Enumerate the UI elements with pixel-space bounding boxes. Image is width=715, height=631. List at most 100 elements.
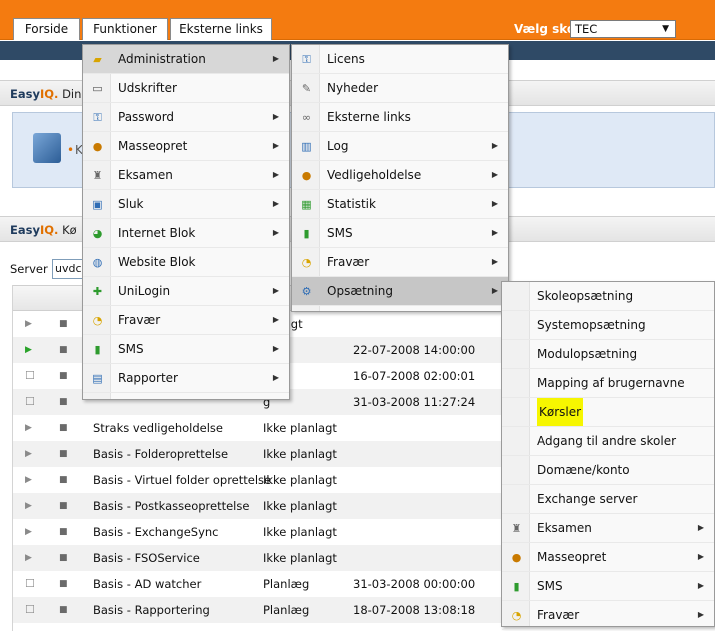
tab-eksterne-links[interactable]: Eksterne links (170, 18, 272, 40)
menu-item-exchange-server[interactable]: Exchange server (502, 485, 714, 514)
job-last-run: 16-07-2008 02:00:01 (353, 369, 476, 383)
menu-item-password[interactable]: ⚿ Password ▶ (83, 103, 289, 132)
menu-item-sms[interactable]: ▮ SMS ▶ (502, 572, 714, 601)
menu-item-systemopsætning[interactable]: Systemopsætning (502, 311, 714, 340)
chevron-right-icon: ▶ (272, 344, 279, 353)
phone-icon: ▮ (94, 343, 101, 356)
phone-icon: ▮ (513, 580, 520, 593)
menu-item-nyheder[interactable]: ✎ Nyheder (292, 74, 508, 103)
chevron-right-icon: ▶ (491, 257, 498, 266)
stop-icon[interactable]: ■ (59, 519, 68, 545)
stop-icon[interactable]: ■ (59, 337, 68, 363)
stop-icon[interactable]: ■ (59, 311, 68, 337)
menu-item-skoleopsætning[interactable]: Skoleopsætning (502, 282, 714, 311)
menu-item-masseopret[interactable]: ● Masseopret ▶ (502, 543, 714, 572)
chevron-right-icon: ▶ (491, 199, 498, 208)
play-icon[interactable]: ▶ (25, 415, 32, 441)
stop-icon[interactable]: ■ (59, 467, 68, 493)
menu-item-administration[interactable]: ▰ Administration ▶ (83, 45, 289, 74)
link-icon: ∞ (301, 111, 312, 124)
job-last-run: 22-07-2008 14:00:00 (353, 343, 476, 357)
row-checkbox[interactable]: ☐ (25, 363, 35, 389)
news-icon: ✎ (301, 82, 312, 95)
stop-icon[interactable]: ■ (59, 571, 68, 597)
menu-item-sms[interactable]: ▮ SMS ▶ (83, 335, 289, 364)
menu-item-eksamen[interactable]: ♜ Eksamen ▶ (502, 514, 714, 543)
chevron-right-icon: ▶ (272, 112, 279, 121)
menu-item-masseopret[interactable]: ● Masseopret ▶ (83, 132, 289, 161)
menu-item-mapping-af-brugernavne[interactable]: Mapping af brugernavne (502, 369, 714, 398)
menu-item-kørsler[interactable]: Kørsler (502, 398, 714, 427)
menu-item-label: Kørsler (537, 398, 584, 426)
menu-item-opsætning[interactable]: ⚙ Opsætning ▶ (292, 277, 508, 306)
users-icon: ● (511, 551, 522, 564)
stop-icon[interactable]: ■ (59, 389, 68, 415)
menu-item-licens[interactable]: ⚿ Licens (292, 45, 508, 74)
menu-item-vedligeholdelse[interactable]: ● Vedligeholdelse ▶ (292, 161, 508, 190)
row-checkbox[interactable]: ☐ (25, 571, 35, 597)
menu-item-statistik[interactable]: ▦ Statistik ▶ (292, 190, 508, 219)
job-status: Ikke planlagt (263, 421, 337, 435)
row-checkbox[interactable]: ☐ (25, 389, 35, 415)
play-icon[interactable]: ▶ (25, 441, 32, 467)
menu-item-fravær[interactable]: ◔ Fravær ▶ (502, 601, 714, 630)
job-name: Basis - Rapportering (93, 603, 210, 617)
job-name: Basis - Folderoprettelse (93, 447, 229, 461)
menu-item-label: Mapping af brugernavne (537, 376, 685, 390)
menu-item-log[interactable]: ▥ Log ▶ (292, 132, 508, 161)
menu-item-adgang-til-andre-skoler[interactable]: Adgang til andre skoler (502, 427, 714, 456)
job-status: Planlæg (263, 577, 310, 591)
stop-icon[interactable]: ■ (59, 415, 68, 441)
document-icon (33, 133, 61, 163)
play-icon[interactable]: ▶ (25, 467, 32, 493)
menu-item-rapporter[interactable]: ▤ Rapporter ▶ (83, 364, 289, 393)
bullet-icon: • (67, 143, 75, 157)
menu-item-label: UniLogin (118, 284, 171, 298)
menu-item-udskrifter[interactable]: ▭ Udskrifter (83, 74, 289, 103)
chevron-right-icon: ▶ (491, 228, 498, 237)
menu-item-internet-blok[interactable]: ◕ Internet Blok ▶ (83, 219, 289, 248)
menu-item-modulopsætning[interactable]: Modulopsætning (502, 340, 714, 369)
tab-funktioner[interactable]: Funktioner (82, 18, 168, 40)
job-last-run: 31-03-2008 00:00:00 (353, 577, 476, 591)
menu-item-label: Systemopsætning (537, 318, 646, 332)
stop-icon[interactable]: ■ (59, 363, 68, 389)
play-icon[interactable]: ▶ (25, 493, 32, 519)
menu-item-eksamen[interactable]: ♜ Eksamen ▶ (83, 161, 289, 190)
menu-item-sms[interactable]: ▮ SMS ▶ (292, 219, 508, 248)
menu-item-domæne-konto[interactable]: Domæne/konto (502, 456, 714, 485)
printer-icon: ▭ (92, 82, 103, 95)
menu-item-fravær[interactable]: ◔ Fravær ▶ (83, 306, 289, 335)
chart-icon: ▦ (301, 198, 312, 211)
absence-icon: ◔ (301, 256, 312, 269)
play-icon[interactable]: ▶ (25, 519, 32, 545)
menu-item-label: Statistik (327, 197, 376, 211)
chevron-right-icon: ▶ (272, 54, 279, 63)
menu-item-label: Eksamen (118, 168, 173, 182)
stop-icon[interactable]: ■ (59, 545, 68, 571)
stop-icon[interactable]: ■ (59, 441, 68, 467)
menu-item-label: Sluk (118, 197, 144, 211)
chevron-right-icon: ▶ (272, 315, 279, 324)
play-icon[interactable]: ▶ (25, 311, 32, 337)
stop-icon[interactable]: ■ (59, 493, 68, 519)
tab-forside[interactable]: Forside (13, 18, 80, 40)
menu-item-label: Log (327, 139, 349, 153)
chevron-right-icon: ▶ (491, 170, 498, 179)
menu-item-label: SMS (537, 579, 563, 593)
menu-item-sluk[interactable]: ▣ Sluk ▶ (83, 190, 289, 219)
menu-item-unilogin[interactable]: ✚ UniLogin ▶ (83, 277, 289, 306)
job-status: Ikke planlagt (263, 499, 337, 513)
menu-item-fravær[interactable]: ◔ Fravær ▶ (292, 248, 508, 277)
job-name: Straks vedligeholdelse (93, 421, 223, 435)
chevron-down-icon[interactable]: ▼ (662, 21, 669, 37)
settings-icon: ⚙ (301, 285, 312, 298)
menu-item-eksterne-links[interactable]: ∞ Eksterne links (292, 103, 508, 132)
play-icon[interactable]: ▶ (25, 545, 32, 571)
stop-icon[interactable]: ■ (59, 597, 68, 623)
menu-item-label: Exchange server (537, 492, 638, 506)
menu-item-website-blok[interactable]: ◍ Website Blok (83, 248, 289, 277)
school-select[interactable]: TEC ▼ (570, 20, 676, 38)
row-checkbox[interactable]: ☐ (25, 597, 35, 623)
play-icon[interactable]: ▶ (25, 337, 32, 363)
